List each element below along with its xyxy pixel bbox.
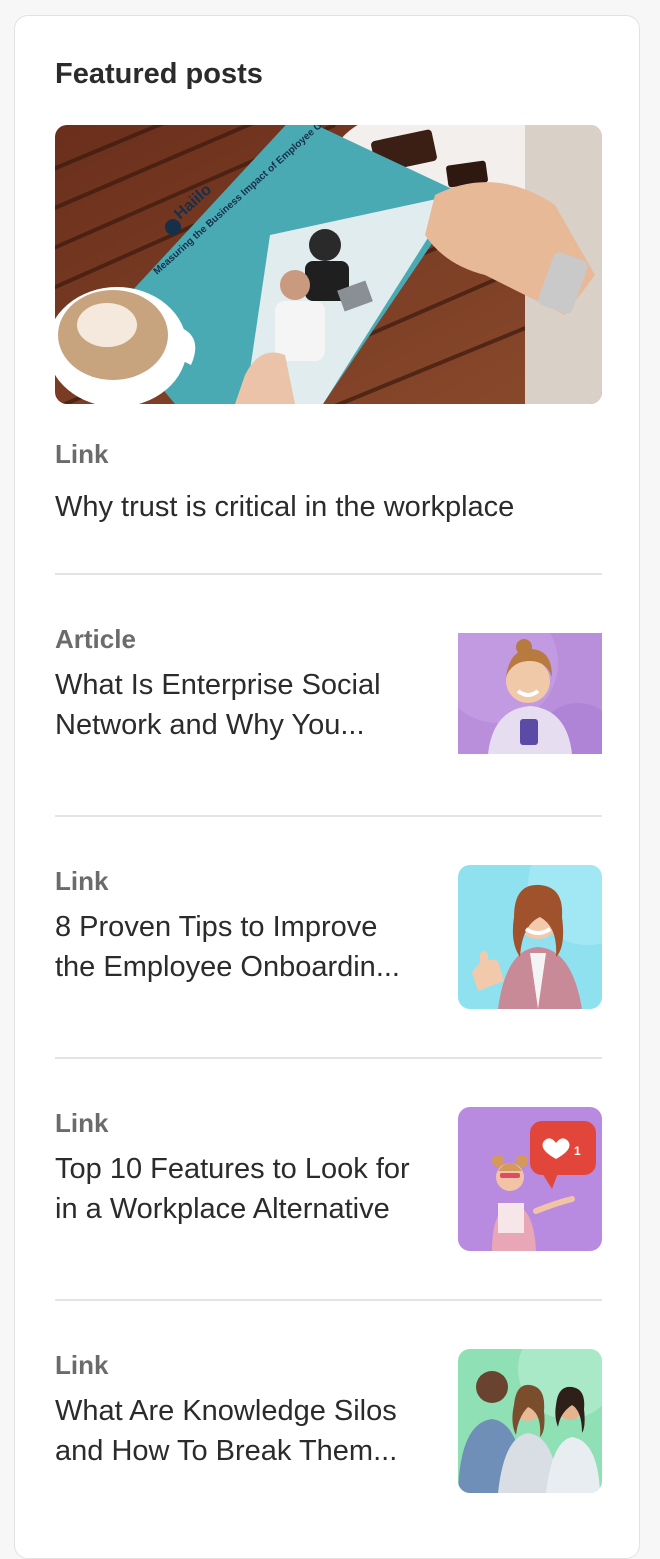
divider bbox=[55, 1057, 602, 1059]
post-type: Article bbox=[55, 624, 136, 654]
post-type: Link bbox=[55, 1350, 109, 1380]
post-title[interactable]: 8 Proven Tips to Improve the Employee On… bbox=[55, 907, 435, 987]
post-title[interactable]: What Is Enterprise Social Network and Wh… bbox=[55, 665, 435, 745]
post-thumbnail[interactable] bbox=[458, 1349, 602, 1493]
post-thumbnail[interactable] bbox=[458, 633, 602, 754]
post-title[interactable]: Top 10 Features to Look for in a Workpla… bbox=[55, 1149, 435, 1229]
featured-post-image[interactable]: Haiilo Measuring the Business Impact of … bbox=[55, 125, 602, 404]
notification-count: 1 bbox=[574, 1144, 581, 1158]
post-title[interactable]: What Are Knowledge Silos and How To Brea… bbox=[55, 1391, 435, 1471]
post-type: Link bbox=[55, 1108, 109, 1138]
featured-posts-card: Featured posts Haiilo Link Why trust is … bbox=[14, 15, 640, 1559]
post-type: Link bbox=[55, 866, 109, 896]
divider bbox=[55, 1299, 602, 1301]
post-thumbnail[interactable]: 1 bbox=[458, 1107, 602, 1251]
featured-post-type: Link bbox=[55, 439, 109, 469]
featured-post-title[interactable]: Why trust is critical in the workplace bbox=[55, 489, 514, 525]
post-item[interactable]: Article What Is Enterprise Social Networ… bbox=[55, 623, 602, 823]
divider bbox=[55, 815, 602, 817]
card-title: Featured posts bbox=[55, 58, 263, 90]
post-item[interactable]: Link 8 Proven Tips to Improve the Employ… bbox=[55, 865, 602, 1065]
post-item[interactable]: Link What Are Knowledge Silos and How To… bbox=[55, 1349, 602, 1549]
post-item[interactable]: Link Top 10 Features to Look for in a Wo… bbox=[55, 1107, 602, 1307]
post-thumbnail[interactable] bbox=[458, 865, 602, 1009]
divider bbox=[55, 573, 602, 575]
